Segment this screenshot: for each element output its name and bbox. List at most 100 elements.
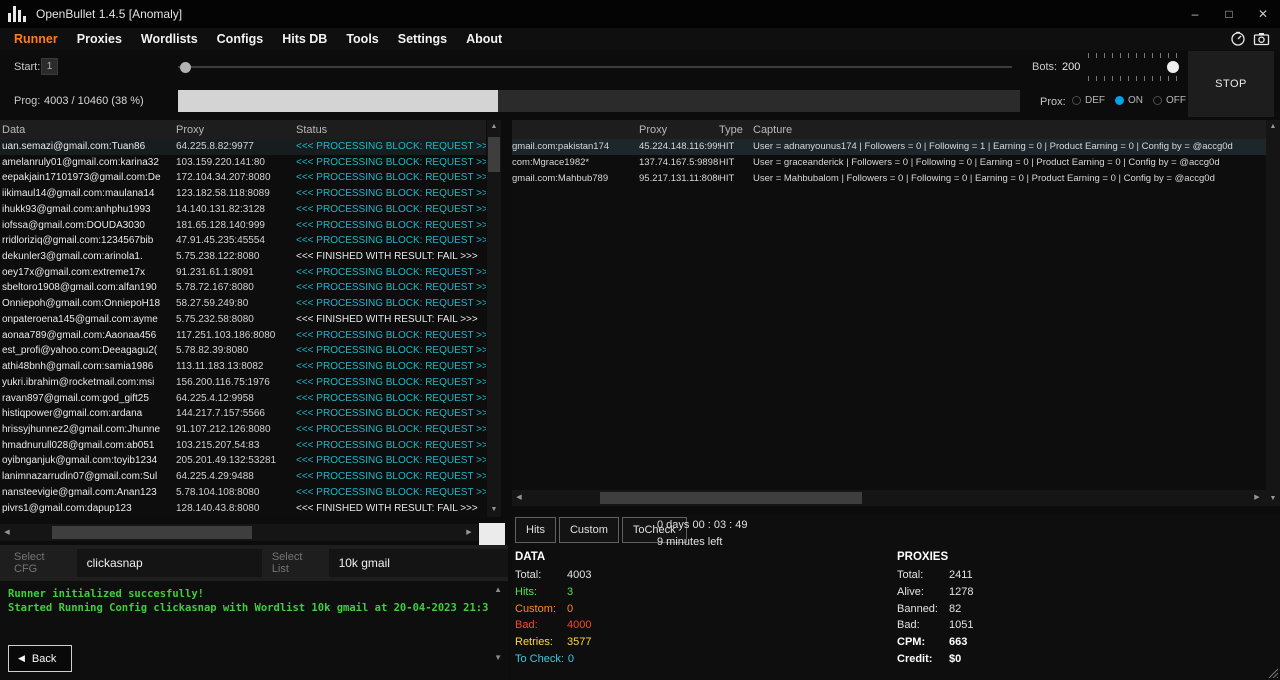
- bots-slider-thumb[interactable]: [1167, 61, 1179, 73]
- resize-grip[interactable]: [1266, 666, 1278, 678]
- table-row[interactable]: est_profi@yahoo.com:Deeagagu2( 5.78.82.3…: [0, 343, 486, 359]
- table-row[interactable]: oyibnganjuk@gmail.com:toyib1234 205.201.…: [0, 453, 486, 469]
- minimize-icon[interactable]: –: [1178, 0, 1212, 28]
- row-status: <<< PROCESSING BLOCK: REQUEST >>>: [294, 233, 486, 249]
- row-status: <<< PROCESSING BLOCK: REQUEST >>>: [294, 202, 486, 218]
- row-data: Onniepoh@gmail.com:OnniepoH18: [0, 296, 174, 312]
- table-row[interactable]: histiqpower@gmail.com:ardana 144.217.7.1…: [0, 406, 486, 422]
- col-proxy[interactable]: Proxy: [174, 124, 294, 136]
- log-scroll-up-icon[interactable]: ▲: [494, 585, 502, 594]
- row-status: <<< PROCESSING BLOCK: REQUEST >>>: [294, 438, 486, 454]
- hits-table-vscrollbar[interactable]: ▲ ▼: [1266, 120, 1280, 506]
- col-type[interactable]: Type: [719, 124, 753, 136]
- selected-config[interactable]: clickasnap: [77, 549, 262, 577]
- table-row[interactable]: dekunler3@gmail.com:arinola1. 5.75.238.1…: [0, 249, 486, 265]
- row-proxy: 5.78.72.167:8080: [174, 280, 294, 296]
- table-row[interactable]: ravan897@gmail.com:god_gift25 64.225.4.1…: [0, 391, 486, 407]
- gauge-icon[interactable]: [1230, 31, 1246, 47]
- scroll-right-icon[interactable]: ▶: [1250, 491, 1264, 505]
- slider-thumb[interactable]: [180, 62, 191, 73]
- table-row[interactable]: iikimaul14@gmail.com:maulana14 123.182.5…: [0, 186, 486, 202]
- table-row[interactable]: uan.semazi@gmail.com:Tuan86 64.225.8.82:…: [0, 139, 486, 155]
- row-status: <<< FINISHED WITH RESULT: FAIL >>>: [294, 312, 486, 328]
- table-row[interactable]: oey17x@gmail.com:extreme17x 91.231.61.1:…: [0, 265, 486, 281]
- radio-icon[interactable]: [1153, 96, 1162, 105]
- table-row[interactable]: hrissyjhunnez2@gmail.com:Jhunne 91.107.2…: [0, 422, 486, 438]
- col-data[interactable]: Data: [0, 124, 174, 136]
- menu-item[interactable]: Tools: [346, 32, 378, 46]
- menu-item[interactable]: About: [466, 32, 502, 46]
- scroll-right-icon[interactable]: ▶: [462, 526, 476, 540]
- hit-row[interactable]: gmail.com:Mahbub789 95.217.131.11:8080 H…: [512, 171, 1266, 187]
- menu-item[interactable]: Wordlists: [141, 32, 198, 46]
- prox-radio-option[interactable]: OFF: [1153, 95, 1186, 106]
- prox-label: Prox:: [1040, 96, 1066, 108]
- table-row[interactable]: ihukk93@gmail.com:anhphu1993 14.140.131.…: [0, 202, 486, 218]
- scroll-left-icon[interactable]: ◀: [0, 526, 14, 540]
- results-tab[interactable]: Custom: [559, 517, 619, 543]
- selected-wordlist[interactable]: 10k gmail: [329, 549, 508, 577]
- table-row[interactable]: rridloriziq@gmail.com:1234567bib 47.91.4…: [0, 233, 486, 249]
- stat-label: Credit:: [897, 651, 945, 668]
- hit-row[interactable]: com:Mgrace1982* 137.74.167.5:9898 HIT Us…: [512, 155, 1266, 171]
- scroll-down-icon[interactable]: ▼: [1266, 492, 1280, 506]
- back-button[interactable]: ◀ Back: [8, 645, 72, 672]
- menu-item[interactable]: Runner: [14, 32, 58, 46]
- menu-item[interactable]: Proxies: [77, 32, 122, 46]
- col-status[interactable]: Status: [294, 124, 486, 136]
- stat-label: CPM:: [897, 634, 945, 651]
- menu-item[interactable]: Hits DB: [282, 32, 327, 46]
- menu-item[interactable]: Configs: [217, 32, 264, 46]
- hit-proxy: 95.217.131.11:8080: [639, 171, 719, 187]
- start-input[interactable]: [41, 58, 58, 75]
- col-proxy[interactable]: Proxy: [639, 124, 719, 136]
- table-row[interactable]: Onniepoh@gmail.com:OnniepoH18 58.27.59.2…: [0, 296, 486, 312]
- table-row[interactable]: amelanruly01@gmail.com:karina32 103.159.…: [0, 155, 486, 171]
- row-data: oyibnganjuk@gmail.com:toyib1234: [0, 453, 174, 469]
- log-scroll-down-icon[interactable]: ▼: [494, 653, 502, 662]
- close-icon[interactable]: ✕: [1246, 0, 1280, 28]
- stat-row: Total:4003: [515, 567, 591, 584]
- row-proxy: 91.107.212.126:8080: [174, 422, 294, 438]
- hscroll-thumb[interactable]: [600, 492, 862, 504]
- scrollbar-corner: [479, 523, 505, 545]
- hscroll-thumb[interactable]: [52, 526, 252, 539]
- prox-radio-option[interactable]: DEF: [1072, 95, 1105, 106]
- hits-table-hscrollbar[interactable]: ◀ ▶: [512, 490, 1266, 506]
- results-tab[interactable]: Hits: [515, 517, 556, 543]
- row-status: <<< FINISHED WITH RESULT: FAIL >>>: [294, 501, 486, 517]
- table-row[interactable]: nansteevigie@gmail.com:Anan123 5.78.104.…: [0, 485, 486, 501]
- row-proxy: 64.225.4.29:9488: [174, 469, 294, 485]
- table-row[interactable]: pivrs1@gmail.com:dapup123 128.140.43.8:8…: [0, 501, 486, 517]
- radio-icon[interactable]: [1115, 96, 1124, 105]
- start-slider[interactable]: [178, 60, 1012, 74]
- scroll-left-icon[interactable]: ◀: [512, 491, 526, 505]
- left-table-hscrollbar[interactable]: ◀ ▶: [0, 524, 478, 541]
- config-bar: Select CFG clickasnap Select List 10k gm…: [0, 545, 508, 581]
- table-row[interactable]: aonaa789@gmail.com:Aaonaa456 117.251.103…: [0, 328, 486, 344]
- scroll-down-icon[interactable]: ▼: [487, 503, 501, 517]
- scroll-up-icon[interactable]: ▲: [1266, 120, 1280, 134]
- table-row[interactable]: lanimnazarrudin07@gmail.com:Sul 64.225.4…: [0, 469, 486, 485]
- table-row[interactable]: eepakjain17101973@gmail.com:De 172.104.3…: [0, 170, 486, 186]
- scroll-up-icon[interactable]: ▲: [487, 120, 501, 134]
- table-row[interactable]: onpateroena145@gmail.com:ayme 5.75.232.5…: [0, 312, 486, 328]
- col-capture[interactable]: Capture: [753, 124, 1266, 136]
- bots-slider[interactable]: [1088, 53, 1183, 81]
- maximize-icon[interactable]: □: [1212, 0, 1246, 28]
- camera-icon[interactable]: [1253, 31, 1270, 47]
- table-row[interactable]: yukri.ibrahim@rocketmail.com:msi 156.200…: [0, 375, 486, 391]
- stat-row: Hits:3: [515, 584, 591, 601]
- prox-radio-option[interactable]: ON: [1115, 95, 1143, 106]
- menu-item[interactable]: Settings: [398, 32, 447, 46]
- hit-row[interactable]: gmail.com:pakistan174 45.224.148.116:999…: [512, 139, 1266, 155]
- left-table-vscrollbar[interactable]: ▲ ▼: [487, 120, 501, 517]
- table-row[interactable]: athi48bnh@gmail.com:samia1986 113.11.183…: [0, 359, 486, 375]
- table-row[interactable]: hmadnurull028@gmail.com:ab051 103.215.20…: [0, 438, 486, 454]
- radio-icon[interactable]: [1072, 96, 1081, 105]
- vscroll-thumb[interactable]: [488, 137, 500, 172]
- stat-value: 4003: [567, 569, 591, 581]
- stop-button[interactable]: STOP: [1188, 51, 1274, 117]
- table-row[interactable]: iofssa@gmail.com:DOUDA3030 181.65.128.14…: [0, 218, 486, 234]
- table-row[interactable]: sbeltoro1908@gmail.com:alfan190 5.78.72.…: [0, 280, 486, 296]
